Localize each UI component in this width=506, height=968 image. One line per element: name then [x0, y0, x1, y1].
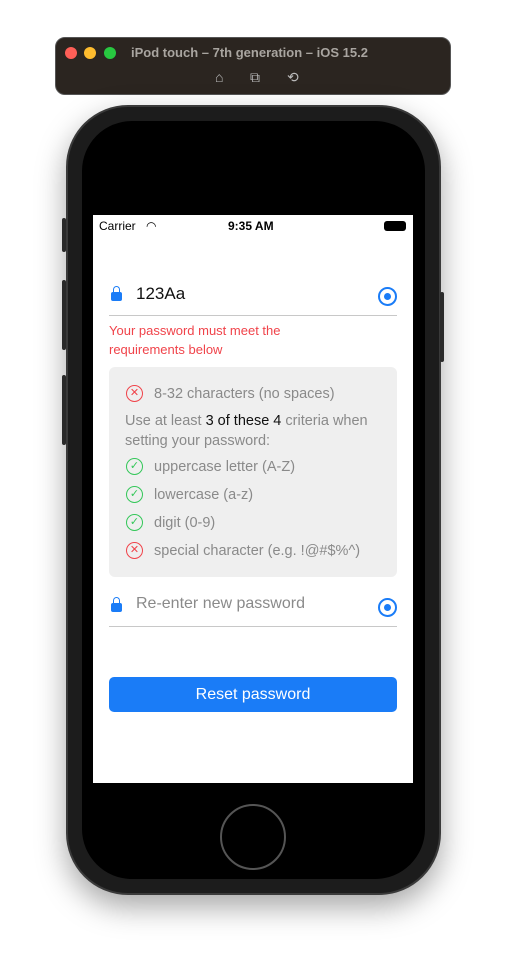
lock-icon [111, 286, 122, 301]
lock-icon [111, 597, 122, 612]
rotate-icon[interactable]: ⟲ [287, 69, 299, 86]
screenshot-icon[interactable]: ⧉ [250, 69, 260, 86]
x-circle-icon: ✕ [126, 542, 143, 559]
wifi-icon: ◠ [146, 219, 157, 233]
criterion-item: digit (0-9) [154, 514, 216, 531]
home-icon[interactable]: ⌂ [215, 69, 223, 85]
criteria-note: Use at least 3 of these 4 criteria when … [125, 413, 368, 449]
check-circle-icon: ✓ [126, 514, 143, 531]
carrier-label: Carrier [99, 219, 136, 233]
window-title: iPod touch – 7th generation – iOS 15.2 [131, 45, 368, 60]
error-message: Your password must meet the requirements… [109, 323, 281, 357]
show-password-icon[interactable] [378, 598, 397, 617]
criterion-item: uppercase letter (A-Z) [154, 458, 296, 475]
zoom-button[interactable] [104, 47, 116, 59]
check-circle-icon: ✓ [126, 486, 143, 503]
reset-password-button[interactable]: Reset password [109, 677, 397, 712]
check-circle-icon: ✓ [126, 458, 143, 475]
screen: Carrier ◠ 9:35 AM 123Aa Your password mu… [93, 215, 413, 783]
criterion-item: lowercase (a-z) [154, 486, 254, 503]
home-button[interactable] [220, 804, 286, 870]
minimize-button[interactable] [84, 47, 96, 59]
requirement-length: 8-32 characters (no spaces) [154, 385, 335, 402]
password-value: 123Aa [136, 284, 186, 303]
confirm-password-input[interactable]: Re-enter new password [109, 593, 397, 627]
close-button[interactable] [65, 47, 77, 59]
battery-icon [384, 221, 406, 231]
criterion-item: special character (e.g. !@#$%^) [154, 542, 361, 559]
time-label: 9:35 AM [228, 219, 274, 233]
show-password-icon[interactable] [378, 287, 397, 306]
x-circle-icon: ✕ [126, 385, 143, 402]
simulator-title-bar: iPod touch – 7th generation – iOS 15.2 ⌂… [55, 37, 451, 95]
requirements-panel: ✕ 8-32 characters (no spaces) Use at leas… [109, 367, 397, 577]
confirm-password-placeholder: Re-enter new password [136, 595, 305, 612]
password-input[interactable]: 123Aa [109, 282, 397, 316]
